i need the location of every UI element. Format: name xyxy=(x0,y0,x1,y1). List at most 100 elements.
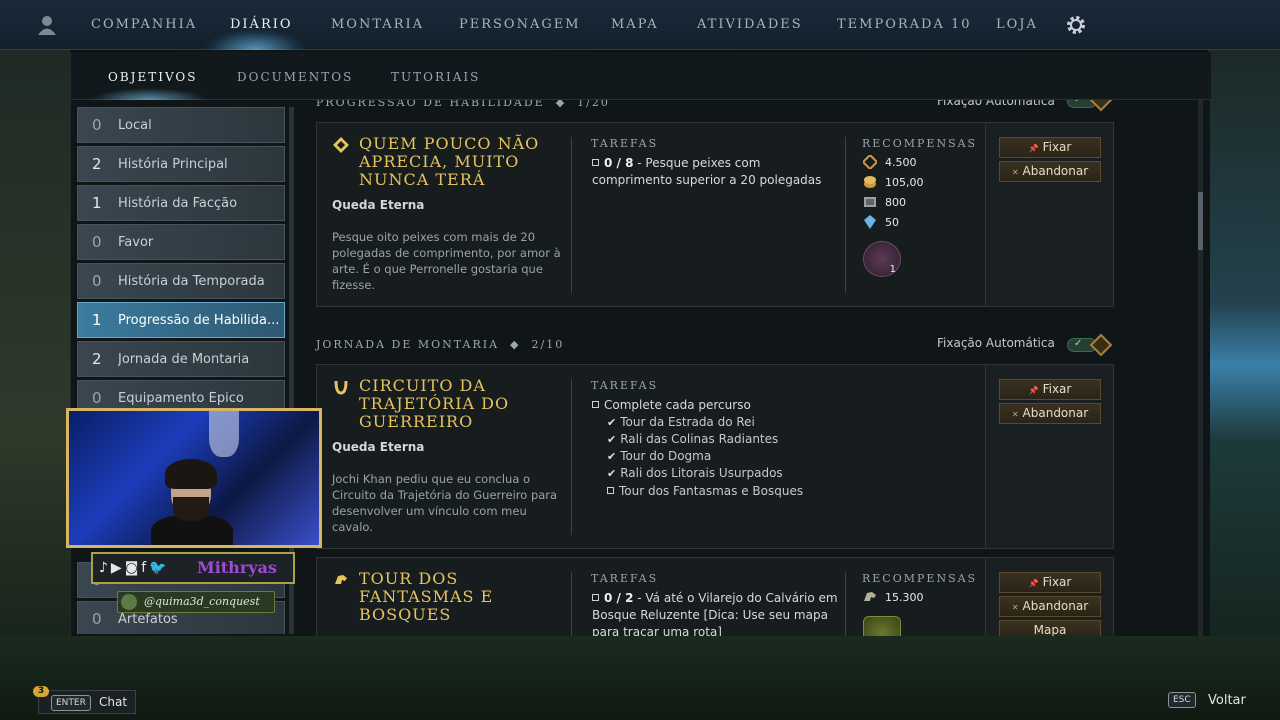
background-bottom xyxy=(0,636,1280,720)
social-handle: @quima3d_conquest xyxy=(117,591,275,613)
quest-task: 0 / 8 - Pesque peixes com comprimento su… xyxy=(592,155,840,189)
tasks-header: TAREFAS xyxy=(591,137,659,150)
sidebar-item-historia-temporada[interactable]: 0 História da Temporada xyxy=(77,263,285,299)
settings-gear-icon[interactable] xyxy=(1065,14,1087,36)
pin-button[interactable]: 📌 Fixar xyxy=(999,379,1101,400)
checkmark-icon: ✔ xyxy=(607,433,617,446)
nav-mapa[interactable]: Mapa xyxy=(611,17,659,32)
column-divider xyxy=(571,572,572,636)
sidebar-item-label: Local xyxy=(118,118,152,133)
quest-actions: 📌 Fixar ✕ Abandonar Mapa xyxy=(985,558,1113,636)
social-media-icons: ♪▶◙f🐦 xyxy=(99,560,170,576)
sidebar-item-label: História Principal xyxy=(118,157,228,172)
task-text: Complete cada percurso xyxy=(604,398,751,412)
content-scrollbar-thumb[interactable] xyxy=(1198,192,1203,250)
nav-loja[interactable]: Loja xyxy=(996,17,1038,32)
reward-chest-icon[interactable]: 1 xyxy=(863,241,901,277)
quest-card[interactable]: CIRCUITO DA TRAJETÓRIA DO GUERREIRO Qued… xyxy=(316,364,1114,549)
check-icon: ✓ xyxy=(1074,100,1082,105)
webcam-person-beard xyxy=(173,497,209,521)
quest-description: Jochi Khan pediu que eu conclua o Circui… xyxy=(332,472,558,534)
subtask-text: Tour da Estrada do Rei xyxy=(620,415,755,429)
checkbox-icon xyxy=(592,401,599,408)
reward-value: 105,00 xyxy=(885,176,924,189)
section-separator: ◆ xyxy=(550,100,578,109)
button-label: Fixar xyxy=(1042,575,1072,589)
reward-horse: 15.300 xyxy=(863,590,924,604)
player-profile-icon[interactable] xyxy=(36,14,58,36)
sidebar-item-local[interactable]: 0 Local xyxy=(77,107,285,143)
social-banner: ♪▶◙f🐦 Mithryas xyxy=(91,552,295,584)
check-icon: ✓ xyxy=(1074,338,1083,349)
map-button[interactable]: Mapa xyxy=(999,620,1101,636)
subtask-text: Rali das Colinas Radiantes xyxy=(620,432,779,446)
quest-details: QUEM POUCO NÃO APRECIA, MUITO NUNCA TERÁ… xyxy=(317,123,985,306)
task-progress: 0 / 2 xyxy=(604,591,634,605)
column-divider xyxy=(845,572,846,636)
quest-card[interactable]: TOUR DOS FANTASMAS E BOSQUES TAREFAS 0 /… xyxy=(316,557,1114,636)
sidebar-item-progressao-habilidade[interactable]: 1 Progressão de Habilida... xyxy=(77,302,285,338)
nav-montaria[interactable]: Montaria xyxy=(331,17,424,32)
reward-xp: 4.500 xyxy=(863,155,917,169)
quest-title: CIRCUITO DA TRAJETÓRIA DO GUERREIRO xyxy=(359,376,510,431)
tab-objetivos[interactable]: OBJETIVOS xyxy=(108,70,197,84)
subtask-text: Tour do Dogma xyxy=(620,449,712,463)
nav-diario[interactable]: Diário xyxy=(230,17,293,32)
sidebar-item-historia-principal[interactable]: 2 História Principal xyxy=(77,146,285,182)
sidebar-item-label: História da Temporada xyxy=(118,274,265,289)
checkbox-icon xyxy=(592,159,599,166)
checkmark-icon: ✔ xyxy=(607,450,617,463)
sidebar-item-historia-faccao[interactable]: 1 História da Facção xyxy=(77,185,285,221)
quest-actions: 📌 Fixar ✕ Abandonar xyxy=(985,365,1113,548)
abandon-button[interactable]: ✕ Abandonar xyxy=(999,161,1101,182)
pin-icon: 📌 xyxy=(1028,386,1039,395)
quest-card[interactable]: QUEM POUCO NÃO APRECIA, MUITO NUNCA TERÁ… xyxy=(316,122,1114,307)
column-divider xyxy=(571,137,572,293)
reward-value: 4.500 xyxy=(885,156,917,169)
top-navigation: Companhia Diário Montaria Personagem Map… xyxy=(0,0,1280,50)
abandon-button[interactable]: ✕ Abandonar xyxy=(999,403,1101,424)
sidebar-item-label: Artefatos xyxy=(118,612,178,627)
quest-task: Complete cada percurso xyxy=(592,397,840,414)
background-left xyxy=(0,50,70,680)
sidebar-item-count: 0 xyxy=(92,272,102,290)
sidebar-item-count: 0 xyxy=(92,116,102,134)
section-progress: 2/10 xyxy=(531,338,565,351)
content-scrollbar-track[interactable] xyxy=(1198,100,1203,636)
section-progress: 1/20 xyxy=(577,100,610,109)
reward-item-icon[interactable] xyxy=(863,616,901,636)
tab-documentos[interactable]: DOCUMENTOS xyxy=(237,70,353,84)
pin-button[interactable]: 📌 Fixar xyxy=(999,572,1101,593)
nav-atividades[interactable]: Atividades xyxy=(697,17,803,32)
tasks-header: TAREFAS xyxy=(591,572,659,585)
skill-quest-icon xyxy=(333,137,349,153)
quest-zone: Queda Eterna xyxy=(332,440,425,454)
crystal-icon xyxy=(864,215,876,229)
background-right xyxy=(1208,50,1280,680)
sidebar-item-jornada-montaria[interactable]: 2 Jornada de Montaria xyxy=(77,341,285,377)
subtask-item: Tour dos Fantasmas e Bosques xyxy=(607,484,803,498)
sidebar-item-label: História da Facção xyxy=(118,196,238,211)
sidebar-item-count: 2 xyxy=(92,350,102,368)
nav-temporada[interactable]: Temporada 10 xyxy=(837,17,972,32)
quest-title: TOUR DOS FANTASMAS E BOSQUES xyxy=(359,569,494,624)
reward-coin: 105,00 xyxy=(863,175,924,189)
streamer-name: Mithryas xyxy=(197,558,277,577)
tab-tutoriais[interactable]: TUTORIAIS xyxy=(391,70,480,84)
checkbox-icon xyxy=(592,594,599,601)
sidebar-item-favor[interactable]: 0 Favor xyxy=(77,224,285,260)
xp-icon xyxy=(863,155,877,169)
sidebar-item-count: 0 xyxy=(92,610,102,628)
horseshoe-icon xyxy=(334,380,348,395)
faction-token-icon xyxy=(864,197,876,207)
chat-unread-badge: 3 xyxy=(33,686,49,697)
back-button[interactable]: Voltar xyxy=(1208,693,1246,708)
chat-button[interactable]: ENTER Chat xyxy=(38,690,136,714)
subtask-item: ✔ Rali dos Litorais Usurpados xyxy=(607,466,783,480)
nav-personagem[interactable]: Personagem xyxy=(459,17,581,32)
nav-companhia[interactable]: Companhia xyxy=(91,17,197,32)
diamond-pin-icon xyxy=(1089,333,1113,357)
abandon-button[interactable]: ✕ Abandonar xyxy=(999,596,1101,617)
reward-value: 15.300 xyxy=(885,591,924,604)
pin-button[interactable]: 📌 Fixar xyxy=(999,137,1101,158)
